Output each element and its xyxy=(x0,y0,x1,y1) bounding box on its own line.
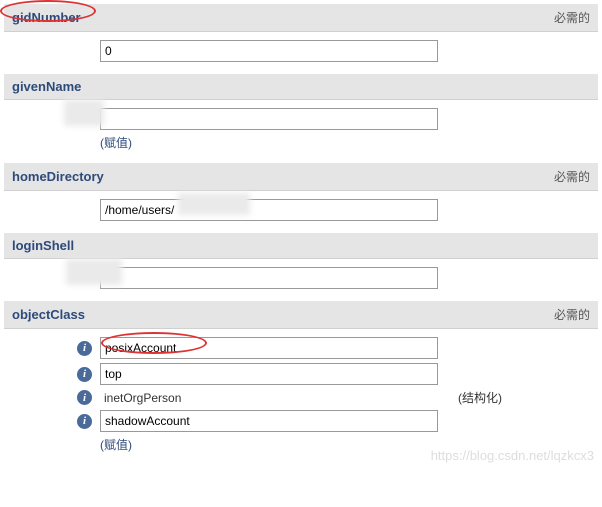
info-icon[interactable]: i xyxy=(77,341,92,356)
info-icon[interactable]: i xyxy=(77,367,92,382)
info-icon[interactable]: i xyxy=(77,390,92,405)
field-label: objectClass xyxy=(12,307,85,322)
homedirectory-input[interactable] xyxy=(100,199,438,221)
field-homedirectory: homeDirectory 必需的 xyxy=(4,163,598,229)
field-label: gidNumber xyxy=(12,10,81,25)
objectclass-input-0[interactable] xyxy=(100,337,438,359)
field-objectclass: objectClass 必需的 i i i inetOrgPerson (结构化… xyxy=(4,301,598,461)
objectclass-input-3[interactable] xyxy=(100,410,438,432)
field-gidnumber: gidNumber 必需的 xyxy=(4,4,598,70)
loginshell-input[interactable] xyxy=(100,267,438,289)
field-header: homeDirectory 必需的 xyxy=(4,163,598,191)
field-label: homeDirectory xyxy=(12,169,104,184)
required-badge: 必需的 xyxy=(554,168,590,185)
field-header: objectClass 必需的 xyxy=(4,301,598,329)
required-badge: 必需的 xyxy=(554,306,590,323)
givenname-input[interactable] xyxy=(100,108,438,130)
field-header: givenName xyxy=(4,74,598,100)
assign-value-link[interactable]: (赋值) xyxy=(100,438,132,452)
field-label: loginShell xyxy=(12,238,74,253)
required-badge: 必需的 xyxy=(554,9,590,26)
structural-label: (结构化) xyxy=(450,389,502,406)
field-header: gidNumber 必需的 xyxy=(4,4,598,32)
objectclass-input-1[interactable] xyxy=(100,363,438,385)
info-icon[interactable]: i xyxy=(77,414,92,429)
assign-value-link[interactable]: (赋值) xyxy=(100,136,132,150)
gidnumber-input[interactable] xyxy=(100,40,438,62)
field-givenname: givenName (赋值) xyxy=(4,74,598,159)
objectclass-value-2: inetOrgPerson xyxy=(100,389,185,407)
field-label: givenName xyxy=(12,79,81,94)
field-loginshell: loginShell xyxy=(4,233,598,297)
field-header: loginShell xyxy=(4,233,598,259)
